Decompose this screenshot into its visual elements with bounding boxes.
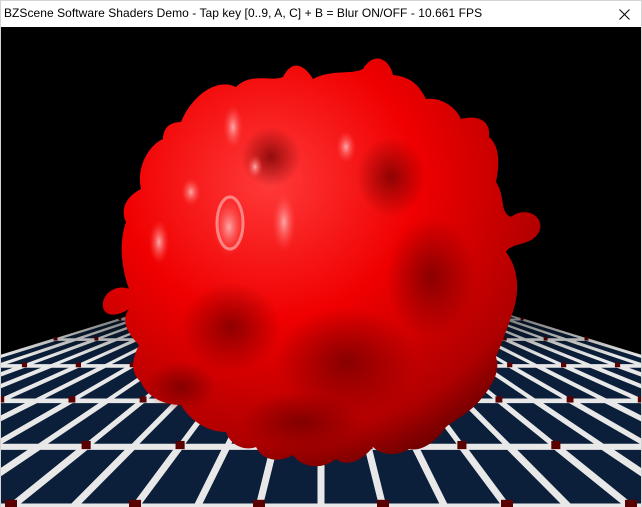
floor-accent [501, 499, 513, 507]
title-bar[interactable]: BZScene Software Shaders Demo - Tap key … [1, 1, 641, 27]
floor-accent [253, 499, 265, 507]
red-blob [102, 58, 541, 467]
floor-accent [1, 396, 5, 403]
floor-accent [561, 362, 567, 368]
floor-accent [5, 499, 17, 507]
floor-accent [625, 499, 637, 507]
floor-accent [495, 396, 503, 403]
floor-accent [614, 362, 621, 368]
floor-accent [457, 440, 467, 450]
close-icon [618, 8, 630, 20]
floor-accent [175, 440, 185, 450]
window-title: BZScene Software Shaders Demo - Tap key … [4, 6, 483, 20]
floor-accent [68, 396, 76, 403]
floor-accent [566, 396, 574, 403]
floor-accent [81, 440, 91, 450]
floor-accent [637, 396, 641, 403]
app-window: BZScene Software Shaders Demo - Tap key … [0, 0, 642, 507]
scene-canvas [1, 58, 641, 507]
render-viewport[interactable] [1, 27, 641, 507]
floor-accent [139, 396, 147, 403]
floor-accent [551, 440, 561, 450]
floor-accent [129, 499, 141, 507]
floor-accent [377, 499, 389, 507]
floor-accent [75, 362, 81, 368]
floor-accent [21, 362, 28, 368]
close-button[interactable] [607, 1, 641, 27]
floor-accent [507, 362, 513, 368]
